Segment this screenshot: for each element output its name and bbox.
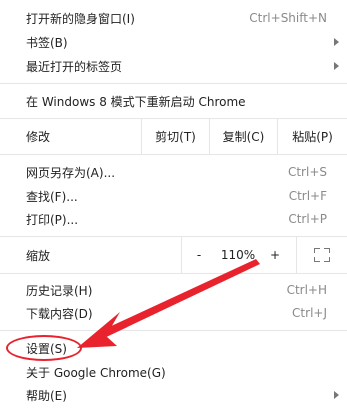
chrome-main-menu: 打开新的隐身窗口(I) Ctrl+Shift+N 书签(B) 最近打开的标签页 … xyxy=(0,0,347,417)
annotation-arrow-icon xyxy=(77,259,260,348)
